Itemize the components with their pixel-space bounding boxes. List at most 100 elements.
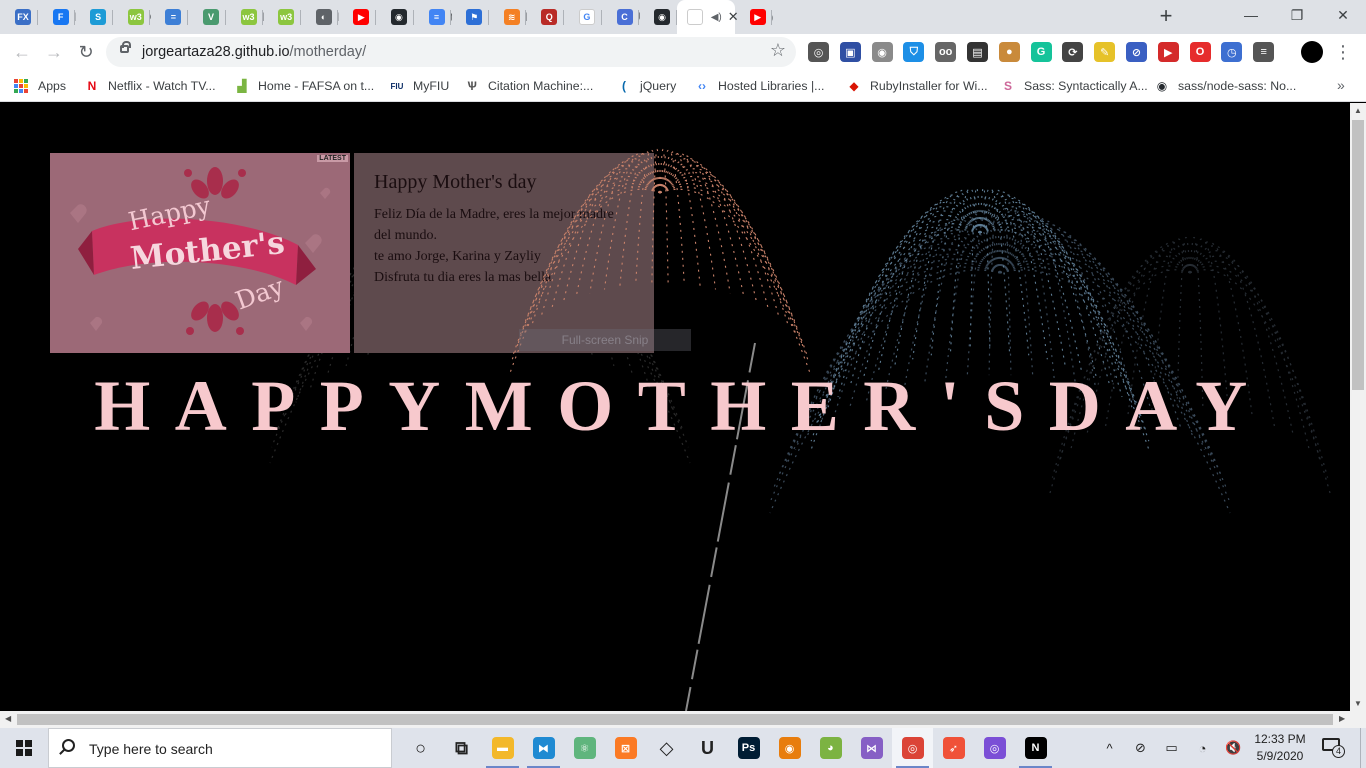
eyes-icon[interactable]: oo [935,42,957,62]
taskbar-app-12[interactable]: ⋈ [851,728,892,768]
bookmark-10[interactable]: ◉ sass/node-sass: No... [1150,72,1300,100]
tab-18[interactable]: ◉Op [639,0,677,34]
battery-icon[interactable]: ▭ [1156,740,1187,756]
tab-9[interactable]: ◐Ho [301,0,338,34]
taskbar-app-1[interactable]: ○ [400,728,441,768]
tab-14[interactable]: ≋htn [489,0,526,34]
extension-2-icon[interactable]: ▣ [839,42,861,62]
extension-9-icon[interactable]: ⟳ [1062,42,1084,62]
taskbar-app-10[interactable]: ◉ [769,728,810,768]
vertical-scrollbar[interactable]: ▲ ▼ [1350,103,1366,711]
tab-11[interactable]: ◉Git [376,0,414,34]
reload-button[interactable]: ↻ [74,40,98,64]
taskbar-app-16[interactable]: N [1015,728,1056,768]
bookmark-9[interactable]: S Sass: Syntactically A... [996,72,1152,100]
address-bar[interactable]: jorgeartaza28.github.io/motherday/ ☆ [106,37,796,67]
taskbar-app-11[interactable]: ◕ [810,728,851,768]
tab-3[interactable]: SHTI [75,0,113,34]
tab-12[interactable]: ≡tut [414,0,451,34]
taskbar-app-3[interactable]: ▬ [482,728,523,768]
tab-6[interactable]: VSea [188,0,226,34]
bookmarks-overflow-icon[interactable]: » [1337,77,1345,93]
bookmark-label: Hosted Libraries |... [718,79,825,93]
taskbar-app-8[interactable]: U [687,728,728,768]
audio-playing-icon[interactable]: ◀) [711,12,722,23]
taskbar-app-14[interactable]: ➶ [933,728,974,768]
show-desktop-button[interactable] [1360,728,1366,768]
new-tab-button[interactable]: + [1155,5,1177,27]
taskbar-app-7[interactable]: ◇ [646,728,687,768]
forward-icon[interactable]: ▶ [1157,42,1179,62]
show-hidden-icons[interactable]: ^ [1094,741,1125,756]
scroll-down-arrow-icon[interactable]: ▼ [1354,699,1362,708]
taskbar-app-13[interactable]: ◎ [892,728,933,768]
bookmark-1[interactable]: Apps [10,72,70,100]
scroll-right-arrow-icon[interactable]: ▶ [1339,714,1345,723]
tab-7[interactable]: w3Ho [226,0,263,34]
url-text[interactable]: jorgeartaza28.github.io/motherday/ [142,44,366,60]
tab-4[interactable]: w3CSS [113,0,150,34]
network-blocked-icon[interactable]: ⊘ [1125,740,1156,756]
extension-1-icon[interactable]: ◎ [808,42,829,62]
volume-muted-icon[interactable]: 🔇 [1218,740,1249,756]
tab-16[interactable]: Gho [564,0,602,34]
tab-19[interactable]: M◀)✕ [676,0,739,34]
bookmark-star-icon[interactable]: ☆ [770,40,786,61]
tab-8[interactable]: w3CSS [263,0,301,34]
highlighter-icon[interactable]: ✎ [1094,42,1116,62]
playlist-icon[interactable]: ≡ [1253,42,1275,62]
minimize-button[interactable]: — [1228,0,1274,32]
firework-spark [862,201,981,379]
horizontal-scroll-thumb[interactable] [17,714,1333,725]
extension-6-icon[interactable]: ▤ [966,42,988,62]
firework-spark [659,175,797,336]
taskbar-app-9[interactable]: Ps [728,728,769,768]
unreal-icon: U [701,737,714,758]
taskbar-search-box[interactable]: Type here to search [48,728,392,768]
bookmark-4[interactable]: FIU MyFIU [385,72,453,100]
window-close-button[interactable]: ✕ [1320,0,1366,32]
tab-15[interactable]: Q(1) [526,0,564,34]
tabs: FXColFIBNSHTIw3CSS=RecVSeaw3How3CSS◐Ho▶(… [0,0,772,34]
taskbar-app-6[interactable]: ⊠ [605,728,646,768]
taskbar-app-2[interactable]: ⧉ [441,728,482,768]
full-screen-snip-label[interactable]: Full-screen Snip [519,329,691,351]
tab-20[interactable]: ▶ (27 [735,0,773,34]
cookie-icon[interactable]: ● [998,42,1020,62]
start-button[interactable] [0,728,48,768]
browser-menu-icon[interactable]: ⋮ [1334,40,1352,64]
restore-button[interactable]: ❐ [1274,0,1320,32]
scroll-up-arrow-icon[interactable]: ▲ [1354,106,1362,115]
tab-13[interactable]: ⚑Che [451,0,489,34]
tab-1[interactable]: FXCol [0,0,38,34]
notifications-button[interactable]: 4 [1322,738,1345,758]
bookmark-6[interactable]: (jQuery [612,72,680,100]
taskbar-app-15[interactable]: ◎ [974,728,1015,768]
bookmark-8[interactable]: ◆ RubyInstaller for Wi... [842,72,992,100]
shield-icon[interactable]: ⛉ [903,42,925,62]
taskbar-app-4[interactable]: ⧓ [523,728,564,768]
taskbar-app-5[interactable]: ⚛ [564,728,605,768]
tab-title: (27 [772,10,773,24]
profile-avatar[interactable] [1301,41,1323,63]
bookmark-2[interactable]: N Netflix - Watch TV... [80,72,220,100]
forward-button[interactable]: → [42,40,66,64]
block-icon[interactable]: ⊘ [1125,42,1147,62]
bookmark-5[interactable]: Ѱ Citation Machine:... [460,72,597,100]
scroll-left-arrow-icon[interactable]: ◀ [5,714,11,723]
grammarly-icon[interactable]: G [1030,42,1052,62]
clock[interactable]: 12:33 PM 5/9/2020 [1250,731,1310,765]
tab-10[interactable]: ▶(17 [338,0,376,34]
horizontal-scrollbar[interactable]: ◀ ▶ [0,711,1366,728]
bookmark-7[interactable]: ‹› Hosted Libraries |... [690,72,828,100]
tab-17[interactable]: CUn [602,0,639,34]
tab-2[interactable]: FIBN [38,0,75,34]
tab-5[interactable]: =Rec [150,0,188,34]
wifi-icon[interactable]: ◔ [1187,741,1218,756]
clock-icon[interactable]: ◷ [1221,42,1243,62]
vertical-scroll-thumb[interactable] [1352,120,1364,390]
back-button[interactable]: ← [10,40,34,64]
extension-3-icon[interactable]: ◉ [871,42,893,62]
bookmark-3[interactable]: ▟ Home - FAFSA on t... [230,72,378,100]
opera-icon[interactable]: O [1189,42,1211,62]
